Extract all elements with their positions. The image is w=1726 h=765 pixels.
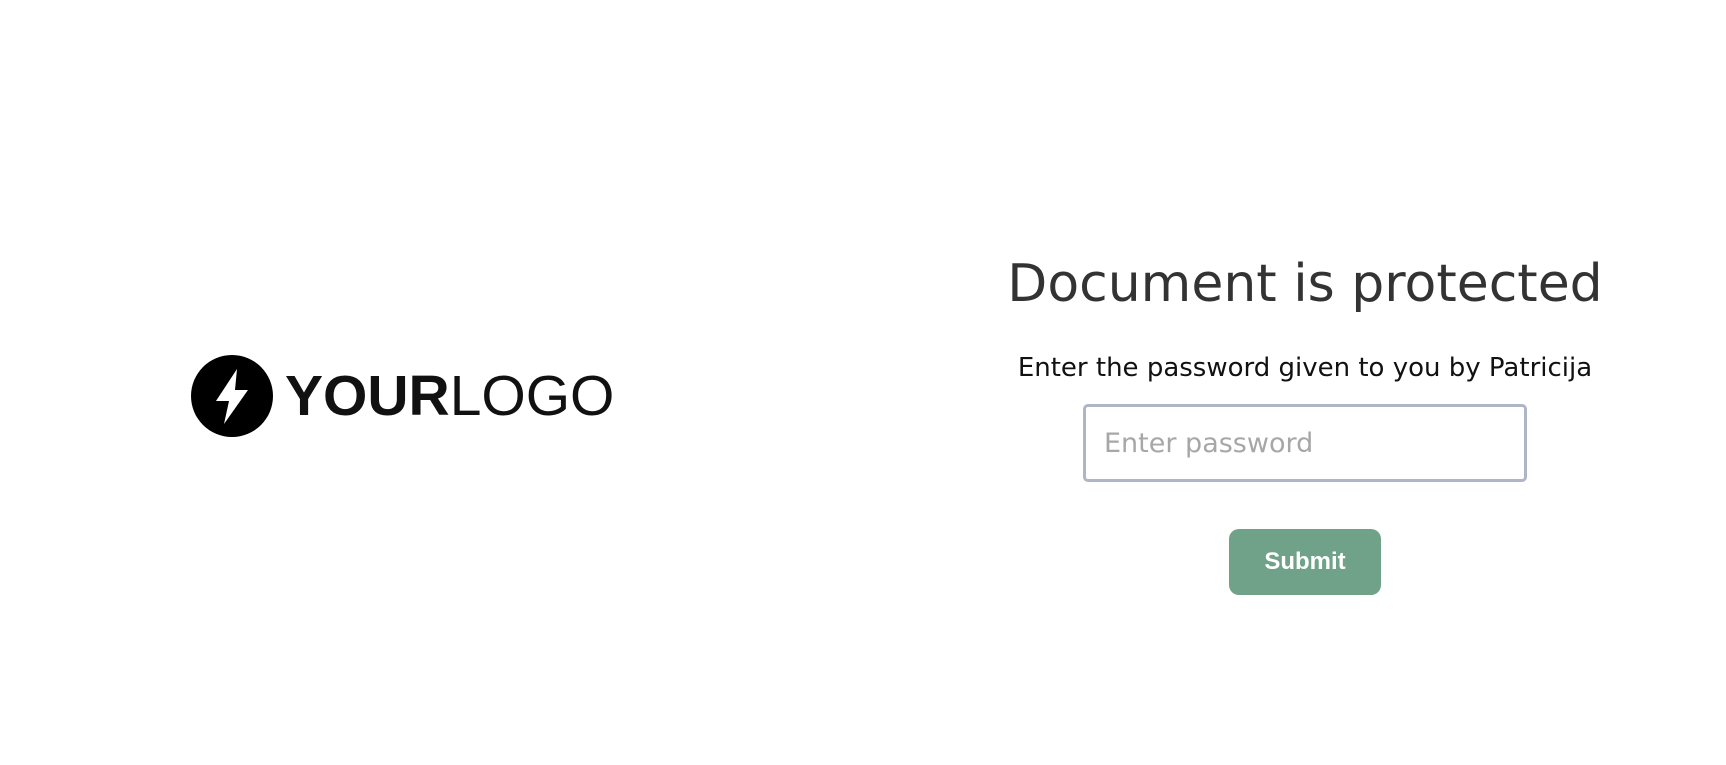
password-input[interactable] — [1083, 404, 1527, 482]
logo-text-bold: YOUR — [285, 364, 450, 428]
password-prompt: Enter the password given to you by Patri… — [1017, 353, 1593, 383]
logo-text-light: LOGO — [449, 364, 615, 428]
submit-button[interactable]: Submit — [1229, 529, 1381, 595]
password-field-wrapper — [1083, 404, 1527, 482]
brand-logo: YOURLOGO — [191, 355, 614, 437]
password-panel: Document is protected Enter the password… — [1000, 240, 1610, 595]
lightning-bolt-icon — [191, 355, 273, 437]
logo-wordmark: YOURLOGO — [285, 355, 614, 437]
page-title: Document is protected — [1007, 254, 1603, 314]
